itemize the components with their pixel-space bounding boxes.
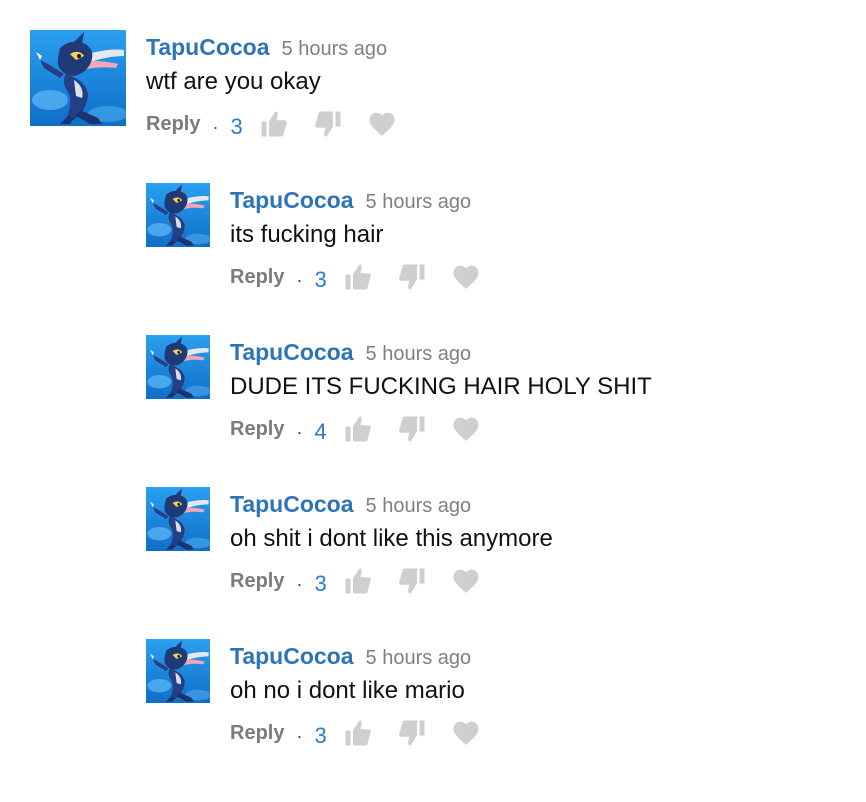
heart-icon[interactable] [451, 262, 481, 292]
thumbs-up-icon[interactable] [259, 109, 289, 139]
like-count: 3 [314, 267, 327, 292]
timestamp[interactable]: 5 hours ago [366, 647, 472, 669]
comment-header: TapuCocoa 5 hours ago [230, 335, 652, 369]
avatar[interactable] [30, 30, 126, 126]
comment-header: TapuCocoa 5 hours ago [230, 487, 553, 521]
like-count: 4 [314, 419, 327, 444]
comment-text: oh shit i dont like this anymore [230, 525, 553, 552]
avatar[interactable] [146, 335, 210, 399]
separator-dot: · [296, 421, 303, 442]
comment-header: TapuCocoa 5 hours ago [146, 30, 421, 64]
thumbs-down-icon[interactable] [313, 109, 343, 139]
comment-text: wtf are you okay [146, 68, 321, 95]
comment-body: TapuCocoa 5 hours ago wtf are you okay Re… [146, 30, 421, 144]
avatar[interactable] [146, 487, 210, 551]
thumbs-down-icon[interactable] [397, 414, 427, 444]
thumbs-up-icon[interactable] [343, 414, 373, 444]
comment-actions: Reply · 4 [230, 409, 652, 449]
author-name[interactable]: TapuCocoa [230, 643, 354, 669]
author-name[interactable]: TapuCocoa [230, 187, 354, 213]
comment-actions: Reply · 3 [230, 257, 505, 297]
reply-comment: TapuCocoa 5 hours ago its fucking hair Re… [146, 183, 846, 293]
reply-comment: TapuCocoa 5 hours ago oh no i dont like m… [146, 639, 846, 749]
timestamp[interactable]: 5 hours ago [366, 495, 472, 517]
comment-text: oh no i dont like mario [230, 677, 465, 704]
comment-header: TapuCocoa 5 hours ago [230, 639, 505, 673]
comment-actions: Reply · 3 [146, 104, 421, 144]
reply-button[interactable]: Reply [230, 418, 284, 441]
comment-actions: Reply · 3 [230, 561, 553, 601]
author-name[interactable]: TapuCocoa [230, 491, 354, 517]
avatar[interactable] [146, 183, 210, 247]
heart-icon[interactable] [367, 109, 397, 139]
reply-comment: TapuCocoa 5 hours ago oh shit i dont like… [146, 487, 846, 597]
comment-body: TapuCocoa 5 hours ago DUDE ITS FUCKING HA… [230, 335, 652, 449]
comment-actions: Reply · 3 [230, 713, 505, 753]
like-count: 3 [314, 571, 327, 596]
heart-icon[interactable] [451, 566, 481, 596]
timestamp[interactable]: 5 hours ago [366, 191, 472, 213]
reply-comment: TapuCocoa 5 hours ago DUDE ITS FUCKING HA… [146, 335, 846, 445]
separator-dot: · [296, 573, 303, 594]
separator-dot: · [296, 269, 303, 290]
reply-button[interactable]: Reply [146, 113, 200, 136]
author-name[interactable]: TapuCocoa [146, 34, 270, 60]
timestamp[interactable]: 5 hours ago [282, 38, 388, 60]
thumbs-down-icon[interactable] [397, 718, 427, 748]
thumbs-down-icon[interactable] [397, 566, 427, 596]
thumbs-up-icon[interactable] [343, 566, 373, 596]
separator-dot: · [212, 116, 219, 137]
like-count: 3 [230, 114, 243, 139]
thumbs-up-icon[interactable] [343, 262, 373, 292]
thumbs-down-icon[interactable] [397, 262, 427, 292]
heart-icon[interactable] [451, 414, 481, 444]
comment-thread-root: TapuCocoa 5 hours ago wtf are you okay Re… [30, 30, 830, 140]
like-count: 3 [314, 723, 327, 748]
reply-button[interactable]: Reply [230, 570, 284, 593]
separator-dot: · [296, 725, 303, 746]
thumbs-up-icon[interactable] [343, 718, 373, 748]
reply-button[interactable]: Reply [230, 266, 284, 289]
comment-body: TapuCocoa 5 hours ago its fucking hair Re… [230, 183, 505, 297]
reply-button[interactable]: Reply [230, 722, 284, 745]
comment-header: TapuCocoa 5 hours ago [230, 183, 505, 217]
heart-icon[interactable] [451, 718, 481, 748]
author-name[interactable]: TapuCocoa [230, 339, 354, 365]
comment-text: DUDE ITS FUCKING HAIR HOLY SHIT [230, 373, 652, 400]
comment-body: TapuCocoa 5 hours ago oh shit i dont like… [230, 487, 553, 601]
comment-text: its fucking hair [230, 221, 384, 248]
avatar[interactable] [146, 639, 210, 703]
timestamp[interactable]: 5 hours ago [366, 343, 472, 365]
comment-body: TapuCocoa 5 hours ago oh no i dont like m… [230, 639, 505, 753]
